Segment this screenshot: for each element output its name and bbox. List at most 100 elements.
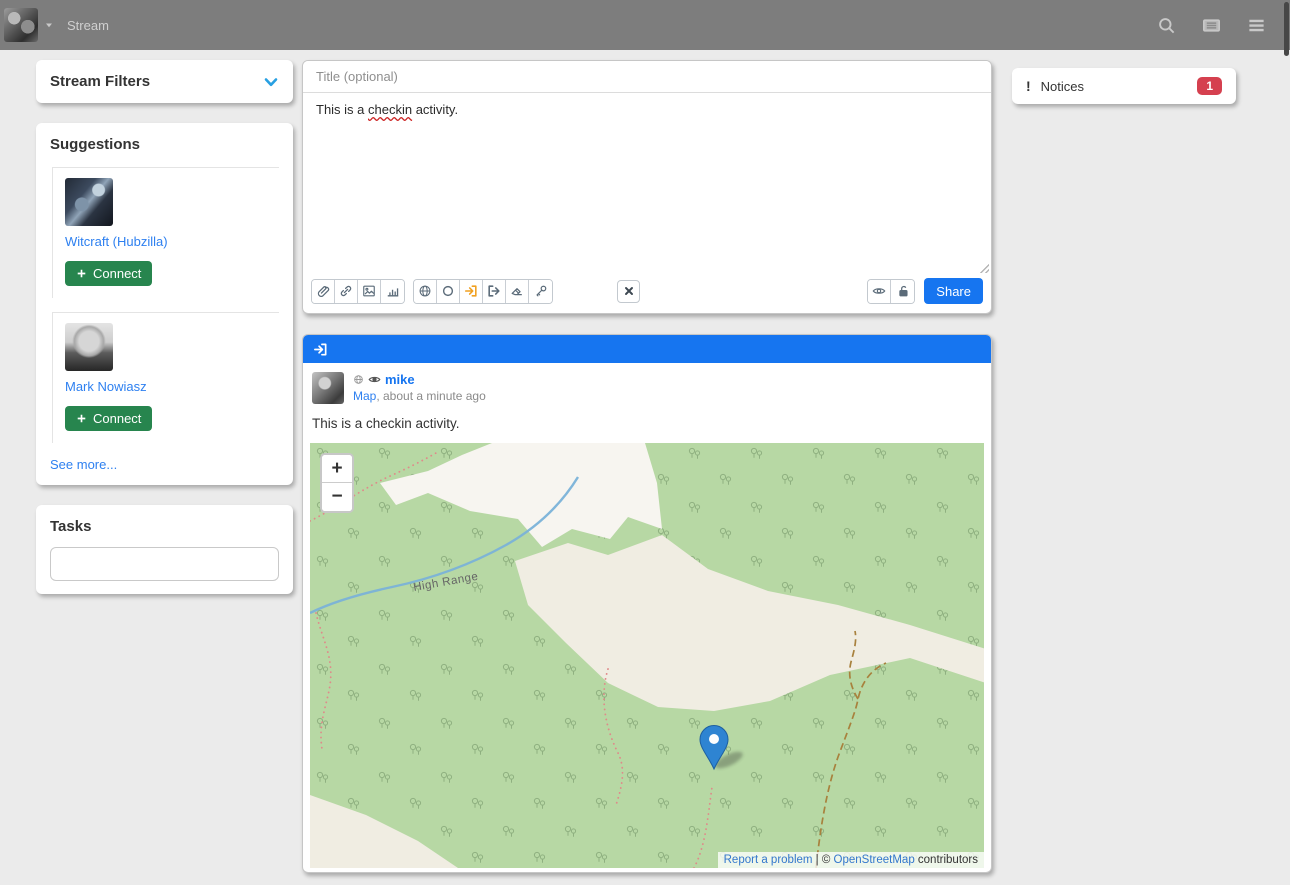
right-sidebar: ! Notices 1 [1012,60,1236,124]
current-app-label[interactable]: Stream [67,18,109,33]
textarea-resize-handle[interactable] [978,262,989,273]
activity-button-group [413,279,553,304]
suggestions-title: Suggestions [50,136,279,153]
chevron-down-icon [263,74,279,90]
post-title-input[interactable] [303,61,991,93]
eye-icon[interactable] [368,373,381,386]
body-text: activity. [412,102,458,117]
connect-button[interactable]: Connect [65,261,152,286]
view-mode-button[interactable] [1202,16,1221,35]
search-button[interactable] [1157,16,1176,35]
cancel-button[interactable] [617,280,640,303]
openstreetmap-link[interactable]: OpenStreetMap [834,854,915,866]
channel-menu-caret[interactable] [43,19,55,31]
task-input[interactable] [50,547,279,581]
key-icon [534,284,548,298]
tasks-widget: Tasks [36,505,293,594]
body-text: This is a [316,102,368,117]
caret-down-icon [43,19,55,31]
circle-button[interactable] [437,280,460,303]
stream-filters-title: Stream Filters [50,73,150,90]
insert-poll-button[interactable] [381,280,404,303]
plus-icon [76,268,87,279]
marker-hole [709,734,719,744]
suggestion-item: Witcraft (Hubzilla) Connect [52,167,279,298]
notices-title: Notices [1041,79,1084,94]
sign-out-icon [487,284,501,298]
sign-in-icon [313,342,328,357]
checkout-button[interactable] [483,280,506,303]
bar-chart-icon [386,284,400,298]
exclamation-icon: ! [1026,78,1031,94]
sign-in-icon [464,284,478,298]
location-button[interactable] [414,280,437,303]
author-name-link[interactable]: mike [385,372,415,387]
insert-button-group [311,279,405,304]
checkin-button[interactable] [460,280,483,303]
post-body-textarea[interactable]: This is a checkin activity. [303,93,991,275]
post-editor: This is a checkin activity. [302,60,992,314]
paperclip-icon [316,284,330,298]
post-meta: mike Map, about a minute ago [303,363,991,404]
suggestion-avatar[interactable] [65,178,113,226]
map-attribution: Report a problem | © OpenStreetMap contr… [718,852,984,868]
tasks-title: Tasks [50,518,279,535]
close-icon [623,285,635,297]
post-timestamp: , about a minute ago [376,389,485,403]
suggestion-item: Mark Nowiasz Connect [52,312,279,443]
eraser-icon [510,284,524,298]
author-avatar[interactable] [312,372,344,404]
map-zoom-out-button[interactable]: − [322,483,352,511]
attach-file-button[interactable] [312,280,335,303]
menu-button[interactable] [1247,16,1266,35]
search-icon [1157,16,1176,35]
checkin-map[interactable]: High Range + − Report a problem | © Open… [310,443,984,868]
encrypt-button[interactable] [529,280,552,303]
top-navbar: Stream [0,0,1290,50]
globe-icon [353,374,364,385]
page-scrollbar-thumb[interactable] [1284,2,1289,56]
suggestions-widget: Suggestions Witcraft (Hubzilla) Connect … [36,123,293,485]
left-sidebar: Stream Filters Suggestions Witcraft (Hub… [36,60,293,614]
location-link[interactable]: Map [353,389,376,403]
globe-icon [418,284,432,298]
insert-image-button[interactable] [358,280,381,303]
map-tiles: High Range [310,443,984,868]
connect-label: Connect [93,266,141,281]
attribution-text: | © [812,854,833,866]
connect-button[interactable]: Connect [65,406,152,431]
channel-avatar[interactable] [4,8,38,42]
eye-icon [872,284,886,298]
notices-badge: 1 [1197,77,1222,95]
link-icon [339,284,353,298]
permission-button-group [867,279,915,304]
main-content: This is a checkin activity. [302,60,992,885]
report-problem-link[interactable]: Report a problem [724,854,813,866]
unlock-icon [896,284,910,298]
notices-widget[interactable]: ! Notices 1 [1012,68,1236,104]
image-icon [362,284,376,298]
editor-toolbar: Share [303,275,991,313]
connect-label: Connect [93,411,141,426]
preview-button[interactable] [868,280,891,303]
see-more-link[interactable]: See more... [50,457,117,472]
plus-icon [76,413,87,424]
permissions-button[interactable] [891,280,914,303]
share-button[interactable]: Share [924,278,983,304]
checkin-post: mike Map, about a minute ago This is a c… [302,334,992,873]
circle-icon [441,284,455,298]
post-header-bar [303,335,991,363]
misspelled-word: checkin [368,102,412,117]
suggestion-name-link[interactable]: Witcraft (Hubzilla) [65,234,168,249]
map-zoom-control: + − [320,453,354,513]
hamburger-icon [1247,16,1266,35]
map-zoom-in-button[interactable]: + [322,455,352,483]
clear-location-button[interactable] [506,280,529,303]
insert-link-button[interactable] [335,280,358,303]
suggestion-avatar[interactable] [65,323,113,371]
post-body-text: This is a checkin activity. [303,404,991,431]
attribution-text: contributors [915,854,978,866]
suggestion-name-link[interactable]: Mark Nowiasz [65,379,147,394]
stream-filters-widget: Stream Filters [36,60,293,103]
stream-filters-toggle[interactable] [263,74,279,90]
